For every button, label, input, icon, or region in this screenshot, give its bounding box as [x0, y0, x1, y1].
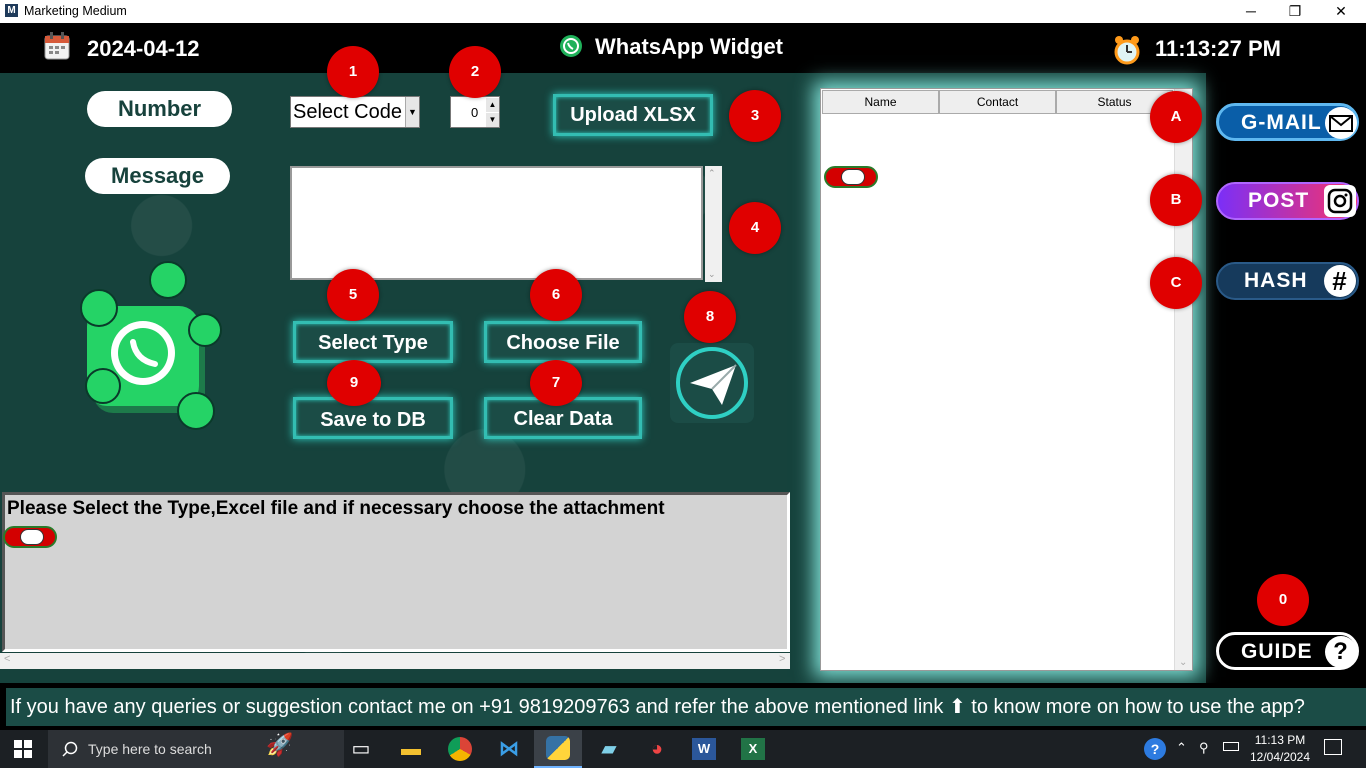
windows-start-icon[interactable] — [14, 740, 32, 758]
save-to-db-button[interactable]: Save to DB — [293, 397, 453, 439]
message-label: Message — [85, 158, 230, 194]
spin-up-icon[interactable]: ▲ — [486, 98, 499, 112]
post-label: POST — [1248, 189, 1310, 212]
spin-down-icon[interactable]: ▼ — [486, 113, 499, 127]
badge-2: 2 — [449, 46, 501, 98]
current-time: 11:13:27 PM — [1155, 36, 1281, 61]
number-label: Number — [87, 91, 232, 127]
count-spinbox[interactable]: 0 ▲ ▼ — [450, 96, 500, 128]
minimize-button[interactable]: ─ — [1228, 0, 1274, 23]
hash-button[interactable]: HASH # — [1216, 262, 1359, 300]
column-header-name[interactable]: Name — [822, 90, 939, 114]
tray-clock-time[interactable]: 11:13 PM — [1252, 733, 1308, 747]
tray-clock-date[interactable]: 12/04/2024 — [1248, 750, 1312, 764]
task-view-icon[interactable]: ▭ — [346, 734, 376, 764]
restore-button[interactable]: ❐ — [1272, 0, 1318, 23]
current-date: 2024-04-12 — [87, 36, 200, 61]
paper-plane-icon — [676, 347, 748, 419]
guide-button[interactable]: GUIDE ? — [1216, 632, 1359, 670]
select-type-button[interactable]: Select Type — [293, 321, 453, 363]
whatsapp-icon — [560, 35, 582, 57]
excel-icon[interactable]: X — [741, 738, 765, 760]
search-highlight-icon: 🚀 — [266, 732, 294, 757]
chrome-icon[interactable] — [448, 737, 472, 761]
vscode-icon[interactable]: ⋈ — [494, 734, 524, 764]
gmail-button[interactable]: G-MAIL — [1216, 103, 1359, 141]
whatsapp-illustration-icon — [80, 261, 222, 430]
badge-a: A — [1150, 91, 1202, 143]
scroll-right-icon[interactable]: > — [779, 653, 785, 665]
post-button[interactable]: POST — [1216, 182, 1359, 220]
instagram-icon — [1324, 185, 1356, 217]
status-horizontal-scrollbar[interactable]: < > — [0, 653, 790, 669]
window-title: Marketing Medium — [24, 4, 127, 18]
hashtag-icon: # — [1324, 265, 1356, 297]
badge-0: 0 — [1257, 574, 1309, 626]
python-app-tab[interactable] — [534, 730, 582, 768]
scroll-down-icon[interactable]: ⌄ — [708, 269, 716, 280]
table-toggle[interactable] — [824, 166, 878, 188]
close-button[interactable]: ✕ — [1318, 0, 1364, 23]
badge-4: 4 — [729, 202, 781, 254]
file-explorer-icon[interactable]: ▬ — [396, 734, 426, 764]
contacts-table[interactable]: Name Contact Status ⌄ — [820, 88, 1193, 671]
message-input[interactable] — [290, 166, 703, 280]
gmail-label: G-MAIL — [1241, 111, 1322, 134]
spinbox-value: 0 — [471, 105, 479, 120]
calendar-icon — [44, 32, 70, 60]
badge-b: B — [1150, 174, 1202, 226]
choose-file-button[interactable]: Choose File — [484, 321, 642, 363]
guide-label: GUIDE — [1241, 640, 1313, 663]
status-toggle[interactable] — [3, 526, 57, 548]
badge-6: 6 — [530, 269, 582, 321]
table-scroll-down-icon[interactable]: ⌄ — [1179, 657, 1187, 668]
notifications-icon[interactable] — [1324, 739, 1342, 755]
scroll-left-icon[interactable]: < — [4, 653, 10, 665]
taskbar-search-box[interactable]: Type here to search 🚀 — [48, 730, 344, 768]
country-code-select[interactable]: Select Code ▼ — [290, 96, 420, 128]
badge-7: 7 — [530, 360, 582, 406]
mail-icon — [1325, 107, 1357, 139]
search-icon — [62, 741, 78, 757]
help-tray-icon[interactable]: ? — [1144, 738, 1166, 760]
badge-c: C — [1150, 257, 1202, 309]
battery-icon[interactable] — [1223, 742, 1239, 751]
upload-xlsx-button[interactable]: Upload XLSX — [553, 94, 713, 136]
word-icon[interactable]: W — [692, 738, 716, 760]
contact-banner: If you have any queries or suggestion co… — [6, 688, 1366, 726]
paint-icon[interactable]: ◕ — [642, 734, 672, 764]
message-scrollbar[interactable]: ⌃ ⌄ — [705, 166, 722, 282]
network-icon[interactable]: ⚲ — [1199, 740, 1209, 756]
window-title-bar: M Marketing Medium ─ ❐ ✕ — [0, 0, 1366, 23]
app-logo-icon: M — [5, 4, 18, 17]
badge-8: 8 — [684, 291, 736, 343]
hash-label: HASH — [1244, 269, 1308, 292]
app-header: 2024-04-12 WhatsApp Widget 11:13:27 PM — [0, 23, 1366, 73]
python-icon — [546, 736, 570, 760]
search-placeholder: Type here to search — [88, 741, 212, 757]
help-icon: ? — [1325, 636, 1357, 668]
badge-3: 3 — [729, 90, 781, 142]
send-button[interactable] — [670, 343, 754, 423]
country-code-value: Select Code — [293, 101, 402, 123]
scroll-up-icon[interactable]: ⌃ — [708, 168, 716, 179]
notepad-icon[interactable]: ▰ — [594, 734, 624, 764]
badge-9: 9 — [327, 360, 381, 406]
column-header-contact[interactable]: Contact — [939, 90, 1056, 114]
status-message: Please Select the Type,Excel file and if… — [7, 498, 665, 519]
badge-5: 5 — [327, 269, 379, 321]
app-title: WhatsApp Widget — [595, 34, 783, 59]
chevron-down-icon[interactable]: ▼ — [405, 97, 419, 127]
status-panel: Please Select the Type,Excel file and if… — [2, 492, 790, 652]
tray-chevron-icon[interactable]: ⌃ — [1176, 740, 1187, 756]
badge-1: 1 — [327, 46, 379, 98]
alarm-clock-icon — [1114, 36, 1140, 65]
